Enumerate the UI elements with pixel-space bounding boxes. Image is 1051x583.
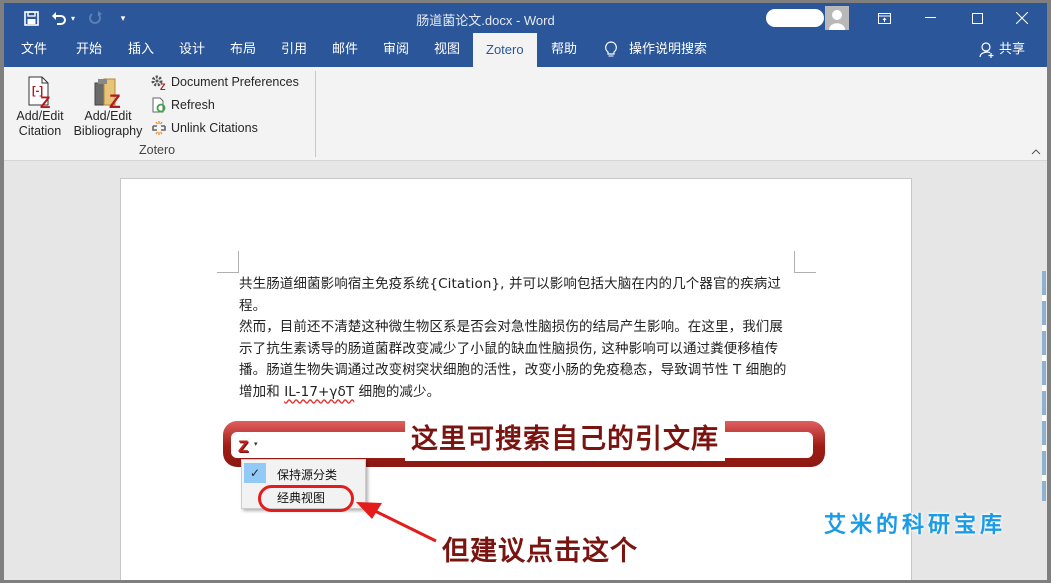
gear-z-icon: Z — [151, 75, 166, 90]
document-preferences-button[interactable]: Z Document Preferences — [150, 72, 299, 92]
group-divider — [315, 71, 316, 157]
unlink-icon — [152, 121, 166, 135]
bibliography-icon: Z — [70, 71, 146, 109]
unlink-citations-label: Unlink Citations — [171, 121, 258, 135]
share-label: 共享 — [998, 42, 1025, 57]
collapse-ribbon-icon[interactable] — [1031, 147, 1041, 158]
title-bar: ▾ ▾ 肠道菌论文.docx - Word — [4, 3, 1047, 33]
spellcheck-flagged-word[interactable]: IL-17+γδT — [284, 384, 354, 400]
tab-insert[interactable]: 插入 — [128, 33, 154, 67]
document-page[interactable]: 共生肠道细菌影响宿主免疫系统{Citation}, 并可以影响包括大脑在内的几个… — [120, 178, 912, 580]
svg-text:Z: Z — [160, 82, 166, 90]
svg-text:Z: Z — [109, 92, 121, 109]
click-this-caption: 但建议点击这个 — [442, 536, 638, 567]
vertical-scrollbar[interactable] — [1041, 161, 1047, 580]
close-icon[interactable] — [1007, 7, 1037, 29]
paragraph-line: 然而，目前还不清楚这种微生物区系是否会对急性脑损伤的结局产生影响。在这里，我们展 — [239, 319, 783, 335]
paragraph-line: 增加和 IL-17+γδT 细胞的减少。 — [239, 382, 799, 404]
margin-corner-top-right — [794, 251, 816, 273]
add-edit-bibliography-label-1: Add/Edit — [84, 109, 132, 123]
document-title: 肠道菌论文.docx - Word — [416, 13, 555, 28]
tab-review[interactable]: 审阅 — [383, 33, 409, 67]
refresh-label: Refresh — [171, 98, 215, 112]
tab-layout[interactable]: 布局 — [230, 33, 256, 67]
menu-item-keep-sources-sorted[interactable]: ✓ 保持源分类 — [242, 462, 365, 484]
tab-home[interactable]: 开始 — [76, 33, 102, 67]
refresh-icon — [152, 97, 166, 113]
share-button[interactable]: 共享 — [979, 33, 1025, 67]
add-edit-citation-label-2: Citation — [18, 124, 62, 138]
avatar[interactable] — [825, 6, 849, 30]
zotero-group-label: Zotero — [139, 143, 176, 157]
unlink-citations-button[interactable]: Unlink Citations — [150, 118, 258, 138]
tab-mailings[interactable]: 邮件 — [332, 33, 358, 67]
tab-references[interactable]: 引用 — [281, 33, 307, 67]
maximize-icon[interactable] — [962, 7, 992, 29]
watermark: 艾米的科研宝库 — [824, 513, 1007, 538]
add-edit-citation-label-1: Add/Edit — [16, 109, 64, 123]
tab-help[interactable]: 帮助 — [551, 33, 577, 67]
user-name-redacted[interactable] — [766, 9, 824, 27]
margin-corner-top-left — [217, 251, 239, 273]
svg-text:Z: Z — [40, 93, 50, 109]
word-window: ▾ ▾ 肠道菌论文.docx - Word 文件 开始 插入 设计 布局 引用 … — [4, 3, 1047, 580]
ribbon-zotero-panel: [-] Z Add/Edit Citation Z Add/Edit Biblio… — [4, 67, 1047, 161]
tab-view[interactable]: 视图 — [434, 33, 460, 67]
menu-item-label: 保持源分类 — [277, 468, 338, 482]
search-annotation-caption: 这里可搜索自己的引文库 — [405, 421, 725, 461]
document-body[interactable]: 共生肠道细菌影响宿主免疫系统{Citation}, 并可以影响包括大脑在内的几个… — [239, 274, 799, 403]
highlight-oval — [258, 485, 354, 512]
scrollbar-thumb[interactable] — [1042, 271, 1046, 501]
add-edit-bibliography-button[interactable]: Z Add/Edit Bibliography — [70, 71, 146, 139]
paragraph-line: 共生肠道细菌影响宿主免疫系统{Citation}, 并可以影响包括大脑在内的几个… — [239, 276, 781, 314]
lightbulb-icon — [604, 33, 618, 67]
paragraph-line: 播。肠道生物失调通过改变树突状细胞的活性，改变小肠的免疫稳态，导致调节性 T 细… — [239, 362, 787, 378]
line-text: 增加和 — [239, 383, 285, 400]
tab-zotero[interactable]: Zotero — [473, 33, 537, 67]
checkmark-icon: ✓ — [244, 463, 266, 483]
ribbon-tabs: 文件 开始 插入 设计 布局 引用 邮件 审阅 视图 Zotero 帮助 操作说… — [4, 33, 1047, 67]
line-text: 细胞的减少。 — [354, 383, 441, 400]
zotero-logo-icon[interactable]: Z — [238, 437, 248, 457]
add-edit-citation-button[interactable]: [-] Z Add/Edit Citation — [12, 71, 68, 139]
share-person-icon — [979, 42, 994, 58]
tell-me-search[interactable]: 操作说明搜索 — [629, 33, 707, 67]
refresh-button[interactable]: Refresh — [150, 95, 215, 115]
tab-file[interactable]: 文件 — [21, 33, 47, 67]
minimize-icon[interactable] — [915, 7, 945, 29]
citation-icon: [-] Z — [12, 71, 68, 109]
paragraph-line: 示了抗生素诱导的肠道菌群改变减少了小鼠的缺血性脑损伤, 这种影响可以通过粪便移植… — [239, 340, 779, 357]
add-edit-bibliography-label-2: Bibliography — [73, 124, 143, 138]
tab-design[interactable]: 设计 — [179, 33, 205, 67]
zotero-menu-caret-icon[interactable]: ▾ — [254, 440, 258, 448]
document-preferences-label: Document Preferences — [171, 75, 299, 89]
ribbon-display-options-icon[interactable] — [869, 7, 899, 29]
